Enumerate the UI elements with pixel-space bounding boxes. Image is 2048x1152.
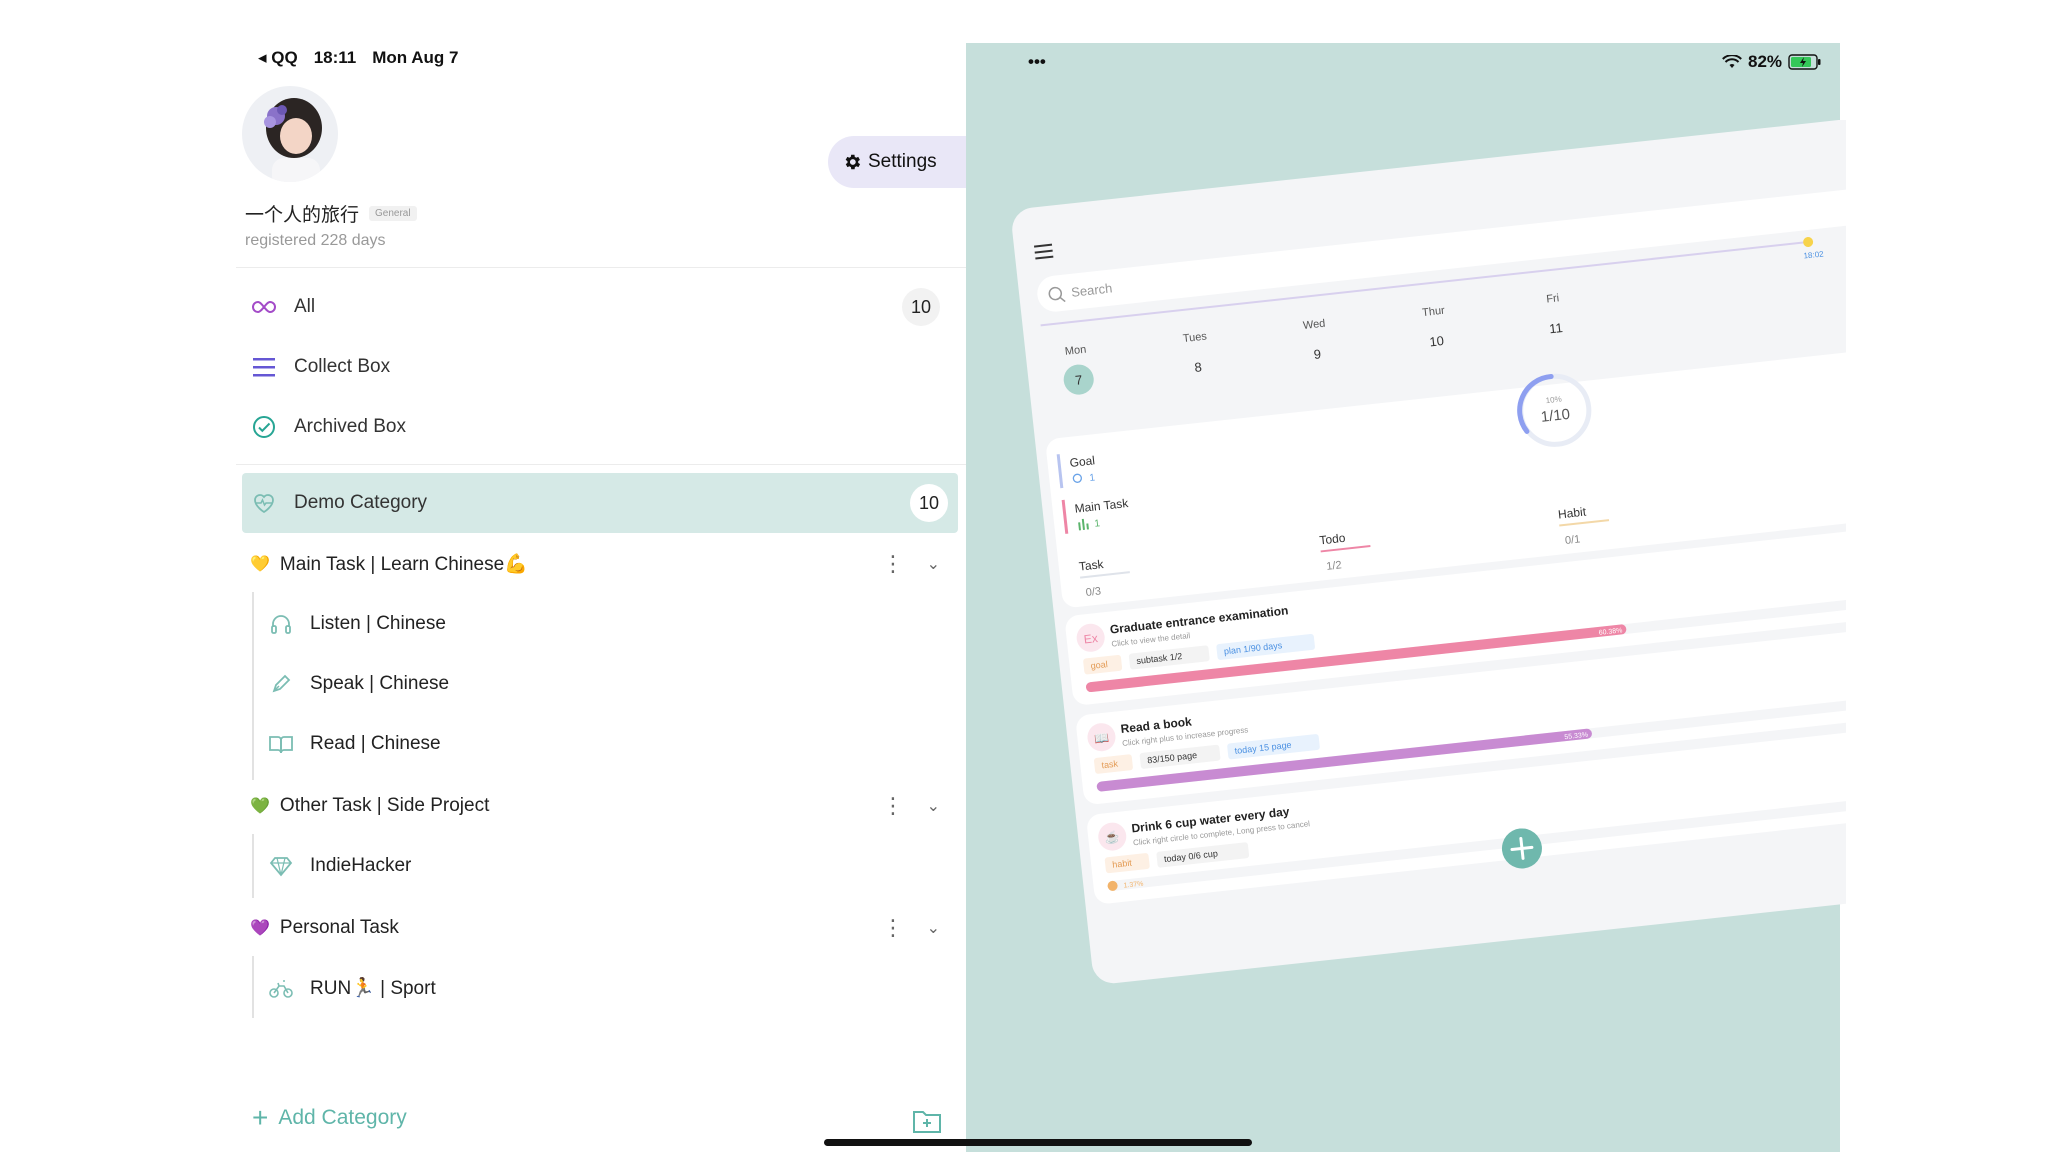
preview-rotated-group: Search 18:02 Mon7Tues8Wed9Thur10Fri11 Go… (1012, 120, 1846, 984)
profile-tag: General (369, 206, 417, 221)
chevron-down-icon[interactable]: ⌄ (927, 918, 940, 938)
ring-value: 1/10 (1540, 406, 1571, 426)
purple-heart-icon: 💜 (250, 920, 270, 937)
multitask-dots[interactable]: ••• (1028, 52, 1046, 72)
settings-label: Settings (868, 151, 937, 172)
sub-item-listen-label: Listen | Chinese (310, 613, 446, 634)
sub-item-speak[interactable]: Speak | Chinese (268, 662, 868, 706)
gear-icon (845, 154, 861, 170)
day-name: Wed (1302, 318, 1326, 332)
day-name: Fri (1546, 292, 1560, 305)
nav-collect-box-label: Collect Box (294, 356, 391, 377)
green-heart-icon: 💚 (250, 798, 270, 815)
nav-archived-box[interactable]: Archived Box (250, 400, 950, 454)
group-line (252, 592, 254, 780)
profile-name: 一个人的旅行 (245, 205, 360, 226)
sub-item-indiehacker-label: IndieHacker (310, 855, 412, 876)
group-main-task[interactable]: 💛 Main Task | Learn Chinese💪 ⋮ ⌄ (250, 542, 950, 586)
app-preview-screenshot: Search 18:02 Mon 7 Tues 8 Wed 9 Thur 10 Fri 11 Go… (1006, 120, 1906, 1000)
chevron-down-icon[interactable]: ⌄ (927, 796, 940, 816)
group-line (252, 834, 254, 898)
nav-demo-category-count: 10 (910, 484, 948, 522)
status-date: Mon Aug 7 (372, 48, 459, 67)
battery-icon (1788, 54, 1821, 70)
day-number: 11 (1548, 320, 1563, 336)
divider (236, 267, 966, 268)
home-indicator (824, 1139, 1252, 1146)
battery-percent: 82% (1748, 52, 1783, 71)
plus-icon: + (252, 1102, 269, 1133)
day-name: Thur (1422, 305, 1446, 319)
chevron-down-icon[interactable]: ⌄ (927, 554, 940, 574)
pen-icon (268, 671, 294, 697)
settings-button[interactable]: Settings (828, 136, 968, 188)
sub-item-read-label: Read | Chinese (310, 733, 441, 754)
nav-archived-box-label: Archived Box (294, 416, 406, 437)
infinity-icon (250, 293, 278, 321)
add-category-button[interactable]: + Add Category (252, 1104, 407, 1132)
status-time: 18:11 (313, 48, 357, 67)
profile-name-row: 一个人的旅行 General (245, 200, 417, 227)
task-card-icon: ☕ (1104, 829, 1121, 846)
nav-demo-category-label: Demo Category (294, 492, 428, 513)
task-card-tag: task (1101, 759, 1119, 771)
bike-icon (268, 975, 294, 1001)
task-card-icon: Ex (1083, 631, 1098, 646)
sub-item-run-label: RUN🏃 | Sport (310, 978, 436, 999)
nav-collect-box[interactable]: Collect Box (250, 340, 950, 394)
habit-value: 0/1 (1564, 533, 1581, 547)
sub-item-speak-label: Speak | Chinese (310, 673, 450, 694)
group-personal-task[interactable]: 💜 Personal Task ⋮ ⌄ (250, 906, 950, 950)
list-icon (250, 353, 278, 381)
group-personal-task-label: Personal Task (279, 917, 399, 938)
ring-percent: 10% (1545, 395, 1562, 406)
group-other-task-label: Other Task | Side Project (279, 795, 490, 816)
registered-days: registered 228 days (245, 232, 386, 249)
task-card-tag: goal (1090, 659, 1108, 671)
group-line (252, 956, 254, 1018)
yellow-heart-icon: 💛 (250, 556, 270, 573)
heart-pulse-icon (250, 489, 278, 517)
add-category-label: Add Category (278, 1106, 407, 1129)
task-value: 0/3 (1085, 585, 1102, 599)
sub-item-run[interactable]: RUN🏃 | Sport (268, 966, 868, 1010)
more-vertical-icon[interactable]: ⋮ (882, 917, 904, 939)
nav-all-count: 10 (902, 288, 940, 326)
sub-item-listen[interactable]: Listen | Chinese (268, 602, 868, 646)
status-bar-right: 82% (1722, 52, 1822, 72)
headphones-icon (268, 611, 294, 637)
nav-all-label: All (294, 296, 316, 317)
folder-add-icon[interactable] (912, 1108, 942, 1134)
wifi-icon (1722, 54, 1742, 68)
day-number: 10 (1429, 333, 1445, 349)
task-card-icon: 📖 (1093, 730, 1109, 746)
day-name: Mon (1064, 344, 1087, 358)
book-icon (268, 731, 294, 757)
group-other-task[interactable]: 💚 Other Task | Side Project ⋮ ⌄ (250, 784, 950, 828)
status-bar-left: ◂ QQ 18:11 Mon Aug 7 (258, 48, 459, 68)
sub-item-indiehacker[interactable]: IndieHacker (268, 844, 868, 888)
more-vertical-icon[interactable]: ⋮ (882, 795, 904, 817)
nav-all[interactable]: All 10 (250, 280, 950, 334)
todo-value: 1/2 (1326, 559, 1343, 573)
nav-demo-category[interactable]: Demo Category 10 (242, 473, 958, 533)
avatar[interactable] (242, 86, 338, 182)
avatar-image (242, 86, 338, 182)
task-label: Task (1078, 557, 1105, 574)
more-vertical-icon[interactable]: ⋮ (882, 553, 904, 575)
sub-item-read[interactable]: Read | Chinese (268, 722, 868, 766)
diamond-icon (268, 853, 294, 879)
todo-label: Todo (1319, 531, 1347, 548)
check-circle-icon (250, 413, 278, 441)
back-to-app-link[interactable]: ◂ QQ (258, 48, 298, 68)
goal-label: Goal (1069, 453, 1096, 470)
group-main-task-label: Main Task | Learn Chinese💪 (279, 554, 528, 575)
divider (236, 464, 966, 465)
